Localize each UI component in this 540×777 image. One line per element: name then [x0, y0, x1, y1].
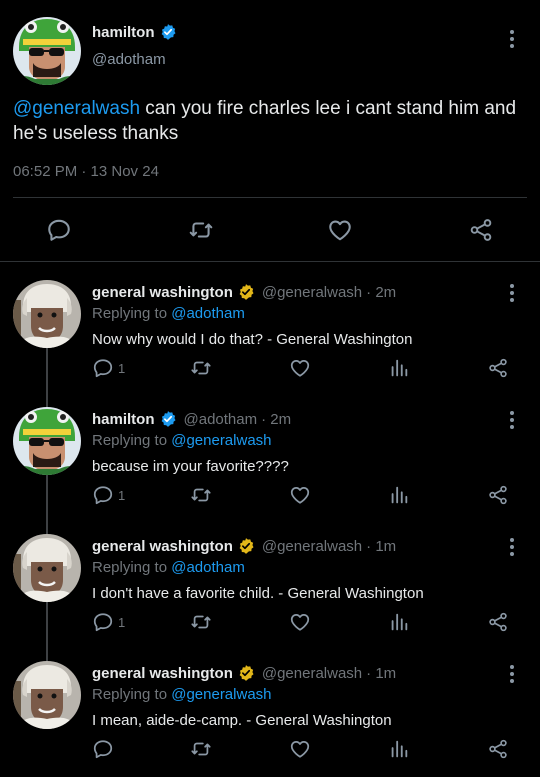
avatar[interactable] — [13, 407, 81, 475]
retweet-icon[interactable] — [190, 357, 212, 379]
more-options-icon[interactable] — [504, 282, 520, 304]
reply-icon[interactable]: 1 — [92, 357, 125, 379]
reply-time: · 2m — [366, 283, 397, 301]
author-handle[interactable]: @generalwash — [262, 665, 362, 682]
tweet-thread-screen: hamilton @adotham @generalwash can you f… — [0, 0, 540, 777]
reply-actions-bar: 1 — [0, 611, 540, 635]
like-icon[interactable] — [289, 484, 311, 506]
share-icon[interactable] — [487, 357, 509, 379]
author-name[interactable]: general washington — [92, 665, 233, 682]
author-name[interactable]: hamilton — [92, 411, 155, 428]
reply-icon[interactable] — [46, 217, 72, 243]
verified-badge-icon — [237, 283, 255, 301]
reply-text: because im your favorite???? — [92, 458, 289, 475]
reply-count: 1 — [118, 487, 126, 503]
reply-count: 1 — [118, 614, 126, 630]
avatar[interactable] — [13, 661, 81, 729]
avatar[interactable] — [13, 280, 81, 348]
reply-header: general washington @generalwash · 1m — [92, 664, 396, 682]
reply-text: Now why would I do that? - General Washi… — [92, 331, 413, 348]
replying-label: Replying to — [92, 686, 172, 703]
mention-link[interactable]: @generalwash — [171, 686, 271, 703]
like-icon[interactable] — [289, 357, 311, 379]
retweet-icon[interactable] — [190, 738, 212, 760]
verified-badge-icon — [159, 23, 177, 41]
replying-to: Replying to @adotham — [92, 305, 245, 322]
replying-to: Replying to @adotham — [92, 559, 245, 576]
mention-link[interactable]: @adotham — [171, 305, 245, 322]
replying-label: Replying to — [92, 559, 172, 576]
reply-actions-bar: 1 — [0, 357, 540, 381]
verified-badge-icon — [159, 410, 177, 428]
author-handle[interactable]: @adotham — [184, 411, 258, 428]
tweet-text: @generalwash can you fire charles lee i … — [13, 96, 528, 146]
retweet-icon[interactable] — [190, 611, 212, 633]
reply-count: 1 — [118, 360, 126, 376]
reply-tweet[interactable]: general washington @generalwash · 2m Rep… — [0, 264, 540, 391]
share-icon[interactable] — [487, 738, 509, 760]
reply-tweet[interactable]: general washington @generalwash · 1m Rep… — [0, 518, 540, 645]
reply-tweet[interactable]: hamilton @adotham · 2m Replying to @gene… — [0, 391, 540, 518]
more-options-icon[interactable] — [504, 28, 520, 50]
replying-label: Replying to — [92, 432, 172, 449]
verified-badge-icon — [237, 537, 255, 555]
replying-label: Replying to — [92, 305, 172, 322]
author-name[interactable]: hamilton — [92, 24, 155, 41]
author-name[interactable]: general washington — [92, 284, 233, 301]
divider — [13, 197, 527, 198]
stats-icon[interactable] — [388, 738, 410, 760]
replying-to: Replying to @generalwash — [92, 432, 272, 449]
retweet-icon[interactable] — [188, 217, 214, 243]
reply-header: general washington @generalwash · 2m — [92, 283, 396, 301]
tweet-timestamp: 06:52 PM · 13 Nov 24 — [13, 163, 159, 180]
reply-time: · 1m — [366, 537, 397, 555]
reply-actions-bar: 1 — [0, 484, 540, 508]
reply-text: I don't have a favorite child. - General… — [92, 585, 424, 602]
reply-header: general washington @generalwash · 1m — [92, 537, 396, 555]
retweet-icon[interactable] — [190, 484, 212, 506]
stats-icon[interactable] — [388, 357, 410, 379]
verified-badge-icon — [237, 664, 255, 682]
share-icon[interactable] — [487, 611, 509, 633]
divider — [0, 261, 540, 262]
like-icon[interactable] — [289, 738, 311, 760]
author-name[interactable]: general washington — [92, 538, 233, 555]
more-options-icon[interactable] — [504, 663, 520, 685]
author-handle[interactable]: @adotham — [92, 51, 166, 68]
main-tweet: hamilton @adotham @generalwash can you f… — [0, 0, 540, 262]
more-options-icon[interactable] — [504, 536, 520, 558]
reply-text: I mean, aide-de-camp. - General Washingt… — [92, 712, 392, 729]
reply-icon[interactable]: 1 — [92, 611, 125, 633]
share-icon[interactable] — [468, 217, 494, 243]
author-handle[interactable]: @generalwash — [262, 538, 362, 555]
like-icon[interactable] — [289, 611, 311, 633]
reply-time: · 1m — [366, 664, 397, 682]
like-icon[interactable] — [327, 217, 353, 243]
mention-link[interactable]: @generalwash — [13, 98, 140, 119]
author-handle[interactable]: @generalwash — [262, 284, 362, 301]
share-icon[interactable] — [487, 484, 509, 506]
replying-to: Replying to @generalwash — [92, 686, 272, 703]
reply-tweet[interactable]: general washington @generalwash · 1m Rep… — [0, 645, 540, 772]
stats-icon[interactable] — [388, 484, 410, 506]
main-actions-bar — [0, 212, 540, 246]
mention-link[interactable]: @adotham — [171, 559, 245, 576]
more-options-icon[interactable] — [504, 409, 520, 431]
reply-header: hamilton @adotham · 2m — [92, 410, 291, 428]
avatar[interactable] — [13, 17, 81, 85]
reply-time: · 2m — [261, 410, 292, 428]
stats-icon[interactable] — [388, 611, 410, 633]
reply-icon[interactable] — [92, 738, 118, 760]
reply-icon[interactable]: 1 — [92, 484, 125, 506]
avatar[interactable] — [13, 534, 81, 602]
reply-actions-bar — [0, 738, 540, 762]
author-name-row[interactable]: hamilton — [92, 23, 177, 41]
mention-link[interactable]: @generalwash — [171, 432, 271, 449]
